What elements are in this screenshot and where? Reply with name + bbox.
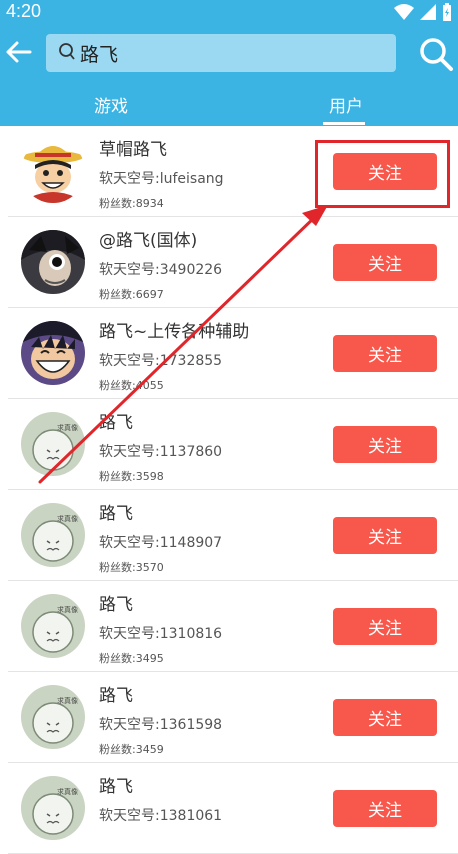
- battery-icon: [443, 3, 451, 21]
- user-id: 软天空号:lufeisang: [99, 171, 224, 187]
- follow-button[interactable]: 关注: [333, 335, 437, 372]
- user-name: 路飞: [99, 413, 133, 433]
- user-id: 软天空号:3490226: [99, 262, 223, 278]
- user-id: 软天空号:1310816: [99, 626, 223, 642]
- wifi-icon: [394, 4, 414, 20]
- fan-count: 粉丝数:3598: [99, 470, 164, 483]
- default-avatar-icon: 求真像: [21, 685, 85, 749]
- user-id: 软天空号:1381061: [99, 808, 223, 824]
- user-id: 软天空号:1361598: [99, 717, 223, 733]
- app-header: 路飞 游戏 用户: [0, 26, 458, 126]
- fan-count: 粉丝数:6697: [99, 288, 164, 301]
- default-avatar-text: 求真像: [57, 423, 78, 432]
- list-item[interactable]: 路飞~上传各种辅助 软天空号:1732855 粉丝数:4055 关注: [8, 308, 458, 399]
- avatar: 求真像: [21, 776, 85, 840]
- fan-count: 粉丝数:8934: [99, 197, 164, 210]
- user-name: 草帽路飞: [99, 140, 167, 160]
- highlight-box: [315, 140, 450, 208]
- follow-button[interactable]: 关注: [333, 426, 437, 463]
- status-bar: 4:20: [0, 0, 458, 26]
- status-icons: [394, 3, 452, 21]
- list-item[interactable]: 求真像 路飞 软天空号:1137860 粉丝数:3598 关注: [8, 399, 458, 490]
- list-item[interactable]: 求真像 路飞 软天空号:1361598 粉丝数:3459 关注: [8, 672, 458, 763]
- user-id: 软天空号:1148907: [99, 535, 223, 551]
- follow-button[interactable]: 关注: [333, 608, 437, 645]
- default-avatar-icon: 求真像: [21, 776, 85, 840]
- user-name: 路飞: [99, 504, 133, 524]
- user-name: 路飞: [99, 777, 133, 797]
- fan-count: 粉丝数:3570: [99, 561, 164, 574]
- avatar: 求真像: [21, 412, 85, 476]
- avatar: [21, 139, 85, 203]
- list-item[interactable]: 求真像 路飞 软天空号:1148907 粉丝数:3570 关注: [8, 490, 458, 581]
- default-avatar-text: 求真像: [57, 787, 78, 796]
- default-avatar-icon: 求真像: [21, 412, 85, 476]
- default-avatar-text: 求真像: [57, 696, 78, 705]
- search-field-icon: [59, 43, 75, 60]
- follow-button[interactable]: 关注: [333, 699, 437, 736]
- avatar: [21, 230, 85, 294]
- user-id: 软天空号:1137860: [99, 444, 223, 460]
- search-input[interactable]: 路飞: [46, 34, 396, 72]
- user-name: 路飞: [99, 595, 133, 615]
- user-id: 软天空号:1732855: [99, 353, 223, 369]
- back-arrow-icon[interactable]: [4, 36, 34, 68]
- status-time: 4:20: [6, 1, 42, 21]
- user-name: 路飞: [99, 686, 133, 706]
- user-list: 草帽路飞 软天空号:lufeisang 粉丝数:8934 关注 @路飞(国体) …: [0, 126, 458, 854]
- signal-icon: [420, 4, 436, 20]
- tab-games[interactable]: 游戏: [94, 92, 128, 117]
- default-avatar-text: 求真像: [57, 514, 78, 523]
- fan-count: 粉丝数:4055: [99, 379, 164, 392]
- list-item[interactable]: @路飞(国体) 软天空号:3490226 粉丝数:6697 关注: [8, 217, 458, 308]
- luffy-smile-avatar-icon: [21, 321, 85, 385]
- list-item[interactable]: 求真像 路飞 软天空号:1381061 关注: [8, 763, 458, 854]
- fan-count: 粉丝数:3459: [99, 743, 164, 756]
- list-item[interactable]: 求真像 路飞 软天空号:1310816 粉丝数:3495 关注: [8, 581, 458, 672]
- user-name: @路飞(国体): [99, 231, 198, 251]
- follow-button[interactable]: 关注: [333, 790, 437, 827]
- anime-dark-avatar-icon: [21, 230, 85, 294]
- tab-users[interactable]: 用户: [329, 92, 363, 117]
- default-avatar-icon: 求真像: [21, 594, 85, 658]
- follow-button[interactable]: 关注: [333, 517, 437, 554]
- avatar: 求真像: [21, 685, 85, 749]
- search-query: 路飞: [80, 44, 119, 66]
- default-avatar-text: 求真像: [57, 605, 78, 614]
- luffy-hat-avatar-icon: [21, 139, 85, 203]
- avatar: 求真像: [21, 503, 85, 567]
- follow-button[interactable]: 关注: [333, 244, 437, 281]
- avatar: [21, 321, 85, 385]
- tab-active-indicator: [323, 122, 365, 125]
- search-icon[interactable]: [418, 36, 454, 72]
- user-name: 路飞~上传各种辅助: [99, 322, 250, 342]
- avatar: 求真像: [21, 594, 85, 658]
- fan-count: 粉丝数:3495: [99, 652, 164, 665]
- default-avatar-icon: 求真像: [21, 503, 85, 567]
